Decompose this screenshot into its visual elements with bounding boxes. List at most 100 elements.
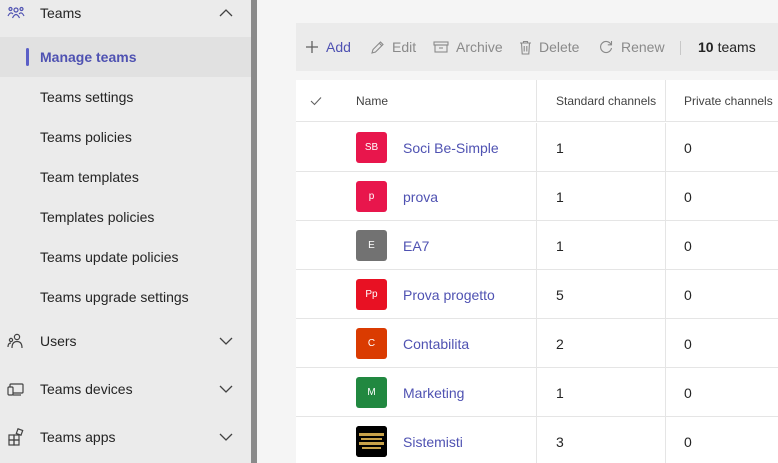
private-channels-cell: 0: [684, 188, 692, 205]
column-divider[interactable]: [536, 80, 537, 122]
teams-icon: [7, 4, 25, 22]
sidebar-item-label: Teams update policies: [40, 249, 179, 265]
devices-icon: [7, 380, 25, 398]
teams-table: Name Standard channels Private channels …: [296, 80, 778, 463]
private-channels-cell: 0: [684, 335, 692, 352]
private-channels-cell: 0: [684, 139, 692, 156]
check-icon: [310, 97, 322, 106]
column-divider: [536, 123, 537, 172]
sidebar-item-label: Teams settings: [40, 89, 134, 105]
sidebar-item-teams-apps[interactable]: Teams apps: [0, 417, 251, 457]
column-header-private-channels[interactable]: Private channels: [684, 80, 773, 122]
delete-button[interactable]: Delete: [519, 23, 579, 71]
team-count: 10 teams: [698, 23, 756, 71]
column-divider: [536, 319, 537, 368]
standard-channels-cell: 1: [556, 188, 564, 205]
team-avatar: p: [356, 181, 387, 212]
chevron-down-icon[interactable]: [218, 429, 234, 445]
sidebar-item-label: Teams apps: [40, 429, 116, 445]
sidebar-item-teams-upgrade-settings[interactable]: Teams upgrade settings: [0, 277, 251, 317]
sidebar-item-teams-policies[interactable]: Teams policies: [0, 117, 251, 157]
main-content: Add Edit Archive Delete Renew 10 teams N…: [257, 0, 778, 463]
delete-button-label: Delete: [539, 39, 580, 55]
team-name-link[interactable]: Soci Be-Simple: [403, 123, 499, 172]
standard-channels-cell: 3: [556, 433, 564, 450]
column-divider: [536, 368, 537, 417]
archive-button-label: Archive: [456, 39, 503, 55]
table-row[interactable]: M Marketing 1 0: [296, 368, 778, 417]
command-bar: Add Edit Archive Delete Renew 10 teams: [296, 23, 778, 71]
sidebar-item-label: Teams: [40, 5, 82, 21]
private-channels-cell: 0: [684, 237, 692, 254]
sidebar-item-teams-update-policies[interactable]: Teams update policies: [0, 237, 251, 277]
table-row[interactable]: E EA7 1 0: [296, 221, 778, 270]
column-divider: [665, 221, 666, 270]
private-channels-cell: 0: [684, 384, 692, 401]
team-avatar: Pp: [356, 279, 387, 310]
table-row[interactable]: Pp Prova progetto 5 0: [296, 270, 778, 319]
team-name-link[interactable]: Prova progetto: [403, 270, 495, 319]
column-divider: [536, 270, 537, 319]
trash-icon: [520, 40, 531, 55]
sidebar-item-label: Teams upgrade settings: [40, 289, 189, 305]
edit-button-label: Edit: [392, 39, 417, 55]
private-channels-cell: 0: [684, 433, 692, 450]
column-divider: [665, 172, 666, 221]
renew-button-label: Renew: [621, 39, 665, 55]
apps-icon: [7, 428, 25, 446]
chevron-down-icon[interactable]: [218, 381, 234, 397]
table-row[interactable]: SB Soci Be-Simple 1 0: [296, 123, 778, 172]
team-count-number: 10: [698, 39, 714, 55]
team-avatar: SB: [356, 132, 387, 163]
column-divider: [665, 270, 666, 319]
sidebar-item-manage-teams[interactable]: Manage teams: [0, 37, 251, 77]
team-avatar: [356, 426, 387, 457]
column-divider: [536, 417, 537, 463]
table-row[interactable]: p prova 1 0: [296, 172, 778, 221]
chevron-down-icon[interactable]: [218, 333, 234, 349]
column-divider[interactable]: [665, 80, 666, 122]
sidebar-item-teams-devices[interactable]: Teams devices: [0, 369, 251, 409]
renew-button[interactable]: Renew: [598, 23, 665, 71]
plus-icon: [306, 41, 318, 53]
select-all-checkbox[interactable]: [310, 80, 322, 122]
archive-icon: [433, 41, 449, 53]
column-divider: [665, 319, 666, 368]
sidebar-item-templates-policies[interactable]: Templates policies: [0, 197, 251, 237]
team-name-link[interactable]: EA7: [403, 221, 429, 270]
pencil-icon: [371, 40, 384, 54]
team-avatar: E: [356, 230, 387, 261]
archive-button[interactable]: Archive: [433, 23, 503, 71]
edit-button[interactable]: Edit: [370, 23, 416, 71]
standard-channels-cell: 5: [556, 286, 564, 303]
team-avatar: M: [356, 377, 387, 408]
team-name-link[interactable]: Sistemisti: [403, 417, 463, 463]
table-header: Name Standard channels Private channels: [296, 80, 778, 122]
sidebar: Teams Manage teams Teams settings Teams …: [0, 0, 251, 463]
add-button[interactable]: Add: [305, 23, 351, 71]
team-name-link[interactable]: Marketing: [403, 368, 464, 417]
sidebar-item-team-templates[interactable]: Team templates: [0, 157, 251, 197]
column-header-standard-channels[interactable]: Standard channels: [556, 80, 656, 122]
standard-channels-cell: 2: [556, 335, 564, 352]
column-header-name[interactable]: Name: [356, 80, 388, 122]
sidebar-item-label: Users: [40, 333, 77, 349]
table-row[interactable]: Sistemisti 3 0: [296, 417, 778, 463]
sidebar-item-users[interactable]: Users: [0, 321, 251, 361]
sidebar-item-teams[interactable]: Teams: [0, 0, 251, 33]
sidebar-item-teams-settings[interactable]: Teams settings: [0, 77, 251, 117]
team-name-link[interactable]: prova: [403, 172, 438, 221]
sidebar-item-label: Templates policies: [40, 209, 155, 225]
sidebar-item-label: Teams devices: [40, 381, 133, 397]
standard-channels-cell: 1: [556, 384, 564, 401]
users-icon: [7, 332, 25, 350]
column-divider: [536, 172, 537, 221]
column-divider: [536, 221, 537, 270]
chevron-up-icon[interactable]: [218, 5, 234, 21]
add-button-label: Add: [326, 39, 351, 55]
team-name-link[interactable]: Contabilita: [403, 319, 469, 368]
team-count-label: teams: [717, 39, 756, 55]
standard-channels-cell: 1: [556, 139, 564, 156]
column-divider: [665, 368, 666, 417]
table-row[interactable]: C Contabilita 2 0: [296, 319, 778, 368]
